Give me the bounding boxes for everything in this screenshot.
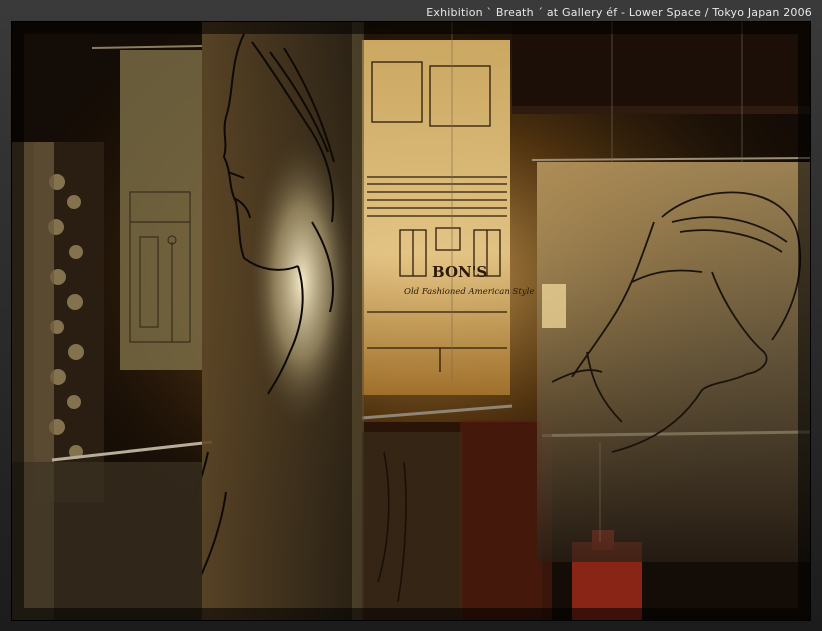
exhibition-photo: BON'S Old Fashioned American Style bbox=[12, 22, 810, 620]
photo-frame: Exhibition ` Breath ´ at Gallery éf - Lo… bbox=[0, 0, 822, 631]
sign-text: BON'S bbox=[432, 263, 487, 281]
sign-subtext: Old Fashioned American Style bbox=[404, 287, 534, 297]
photo-illustration: BON'S Old Fashioned American Style bbox=[12, 22, 810, 620]
photo-caption: Exhibition ` Breath ´ at Gallery éf - Lo… bbox=[426, 6, 812, 19]
